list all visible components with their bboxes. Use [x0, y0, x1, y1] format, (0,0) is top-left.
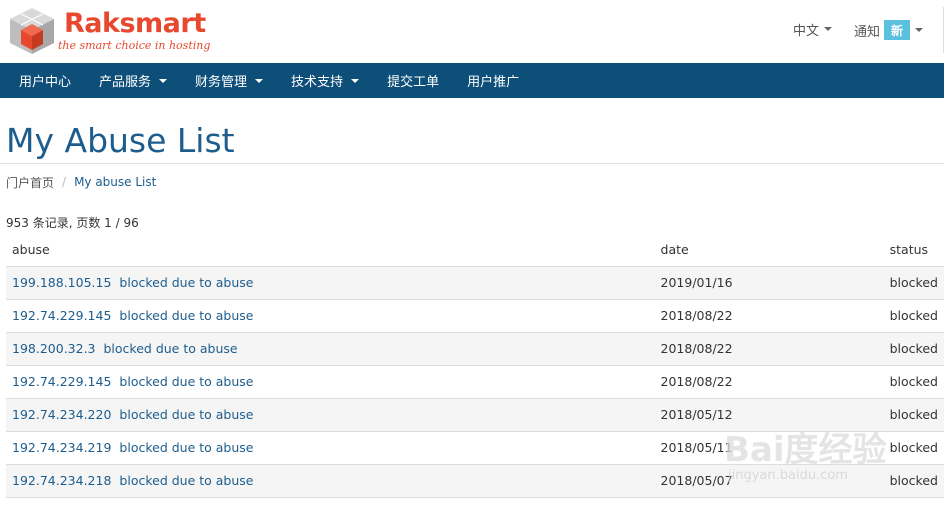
breadcrumb-separator: / — [62, 175, 67, 189]
chevron-down-icon — [823, 27, 832, 31]
date-cell: 2018/08/22 — [654, 365, 884, 399]
nav-item-label: 产品服务 — [99, 75, 152, 90]
abuse-reason: blocked due to abuse — [119, 275, 254, 290]
breadcrumb-home-link[interactable]: 门户首页 — [6, 174, 54, 191]
nav-item-user-center[interactable]: 用户中心 — [5, 63, 85, 98]
abuse-table: abuse date status 199.188.105.15 blocked … — [6, 234, 944, 498]
abuse-reason: blocked due to abuse — [103, 341, 238, 356]
chevron-down-icon — [255, 78, 264, 83]
table-row: 198.200.32.3 blocked due to abuse 2018/08… — [6, 332, 944, 366]
abuse-reason: blocked due to abuse — [119, 473, 254, 488]
header-actions: 中文 通知 新 — [793, 7, 944, 53]
nav-item-support[interactable]: 技术支持 — [277, 63, 373, 98]
date-cell: 2018/08/22 — [654, 332, 884, 366]
abuse-ip: 192.74.234.220 — [12, 407, 112, 422]
status-cell: blocked — [883, 266, 944, 300]
abuse-reason: blocked due to abuse — [119, 308, 254, 323]
language-label: 中文 — [792, 23, 819, 39]
nav-item-label: 技术支持 — [291, 75, 344, 90]
status-cell: blocked — [883, 398, 944, 432]
abuse-link[interactable]: 192.74.234.220 blocked due to abuse — [12, 407, 254, 422]
chevron-down-icon — [915, 28, 923, 32]
abuse-link[interactable]: 192.74.229.145 blocked due to abuse — [12, 308, 254, 323]
date-cell: 2018/05/11 — [654, 431, 884, 465]
abuse-link[interactable]: 199.188.105.15 blocked due to abuse — [12, 275, 254, 290]
date-cell: 2019/01/16 — [654, 266, 884, 300]
record-summary: 953 条记录, 页数 1 / 96 — [6, 216, 139, 230]
site-header: Raksmart the smart choice in hosting 中文 … — [0, 0, 944, 63]
chevron-down-icon — [159, 78, 168, 83]
nav-item-products[interactable]: 产品服务 — [85, 63, 181, 98]
nav-item-submit-ticket[interactable]: 提交工单 — [373, 63, 453, 98]
abuse-cell: 198.200.32.3 blocked due to abuse — [6, 332, 655, 366]
nav-item-billing[interactable]: 财务管理 — [181, 63, 277, 98]
date-cell: 2018/05/07 — [654, 464, 884, 498]
chevron-down-icon — [351, 78, 360, 83]
abuse-reason: blocked due to abuse — [119, 374, 254, 389]
logo-tagline: the smart choice in hosting — [58, 39, 211, 52]
table-row: 192.74.229.145 blocked due to abuse 2018/… — [6, 299, 944, 333]
column-header-status[interactable]: status — [883, 234, 944, 267]
abuse-cell: 199.188.105.15 blocked due to abuse — [6, 266, 655, 300]
date-cell: 2018/05/12 — [654, 398, 884, 432]
status-cell: blocked — [883, 332, 944, 366]
notifications-badge: 新 — [884, 20, 910, 40]
abuse-cell: 192.74.234.219 blocked due to abuse — [6, 431, 655, 465]
abuse-reason: blocked due to abuse — [119, 407, 254, 422]
status-cell: blocked — [883, 464, 944, 498]
abuse-ip: 192.74.234.218 — [12, 473, 112, 488]
table-row: 192.74.234.218 blocked due to abuse 2018/… — [6, 464, 944, 498]
cube-logo-icon — [10, 8, 54, 54]
abuse-cell: 192.74.234.218 blocked due to abuse — [6, 464, 655, 498]
breadcrumb-current: My abuse List — [74, 175, 157, 189]
table-row: 192.74.229.145 blocked due to abuse 2018/… — [6, 365, 944, 399]
table-header-row: abuse date status — [6, 234, 944, 267]
date-cell: 2018/08/22 — [654, 299, 884, 333]
abuse-cell: 192.74.229.145 blocked due to abuse — [6, 365, 655, 399]
status-cell: blocked — [883, 431, 944, 465]
abuse-ip: 199.188.105.15 — [12, 275, 112, 290]
table-row: 199.188.105.15 blocked due to abuse 2019/… — [6, 266, 944, 300]
notifications-dropdown[interactable]: 通知 新 — [854, 7, 944, 53]
main-navbar: 用户中心 产品服务 财务管理 技术支持 提交工单 用户推广 — [0, 63, 944, 98]
abuse-cell: 192.74.234.220 blocked due to abuse — [6, 398, 655, 432]
logo-name: Raksmart — [64, 8, 206, 39]
abuse-ip: 192.74.229.145 — [12, 308, 112, 323]
breadcrumb: 门户首页 / My abuse List — [0, 164, 944, 200]
nav-item-affiliates[interactable]: 用户推广 — [453, 63, 533, 98]
nav-item-label: 用户推广 — [467, 75, 520, 90]
abuse-ip: 192.74.234.219 — [12, 440, 112, 455]
notifications-label: 通知 — [853, 24, 880, 40]
column-header-date[interactable]: date — [654, 234, 884, 267]
table-row: 192.74.234.219 blocked due to abuse 2018/… — [6, 431, 944, 465]
abuse-link[interactable]: 192.74.234.219 blocked due to abuse — [12, 440, 254, 455]
abuse-link[interactable]: 192.74.229.145 blocked due to abuse — [12, 374, 254, 389]
nav-item-label: 用户中心 — [19, 75, 72, 90]
table-row: 192.74.234.220 blocked due to abuse 2018/… — [6, 398, 944, 432]
raksmart-logo[interactable]: Raksmart the smart choice in hosting — [6, 6, 210, 56]
language-dropdown[interactable]: 中文 — [793, 20, 832, 39]
status-cell: blocked — [883, 299, 944, 333]
abuse-link[interactable]: 198.200.32.3 blocked due to abuse — [12, 341, 238, 356]
abuse-ip: 192.74.229.145 — [12, 374, 112, 389]
status-cell: blocked — [883, 365, 944, 399]
abuse-reason: blocked due to abuse — [119, 440, 254, 455]
nav-item-label: 提交工单 — [387, 75, 440, 90]
page-title: My Abuse List — [0, 98, 944, 164]
nav-item-label: 财务管理 — [195, 75, 248, 90]
abuse-link[interactable]: 192.74.234.218 blocked due to abuse — [12, 473, 254, 488]
abuse-ip: 198.200.32.3 — [12, 341, 96, 356]
abuse-cell: 192.74.229.145 blocked due to abuse — [6, 299, 655, 333]
column-header-abuse[interactable]: abuse — [6, 234, 655, 267]
